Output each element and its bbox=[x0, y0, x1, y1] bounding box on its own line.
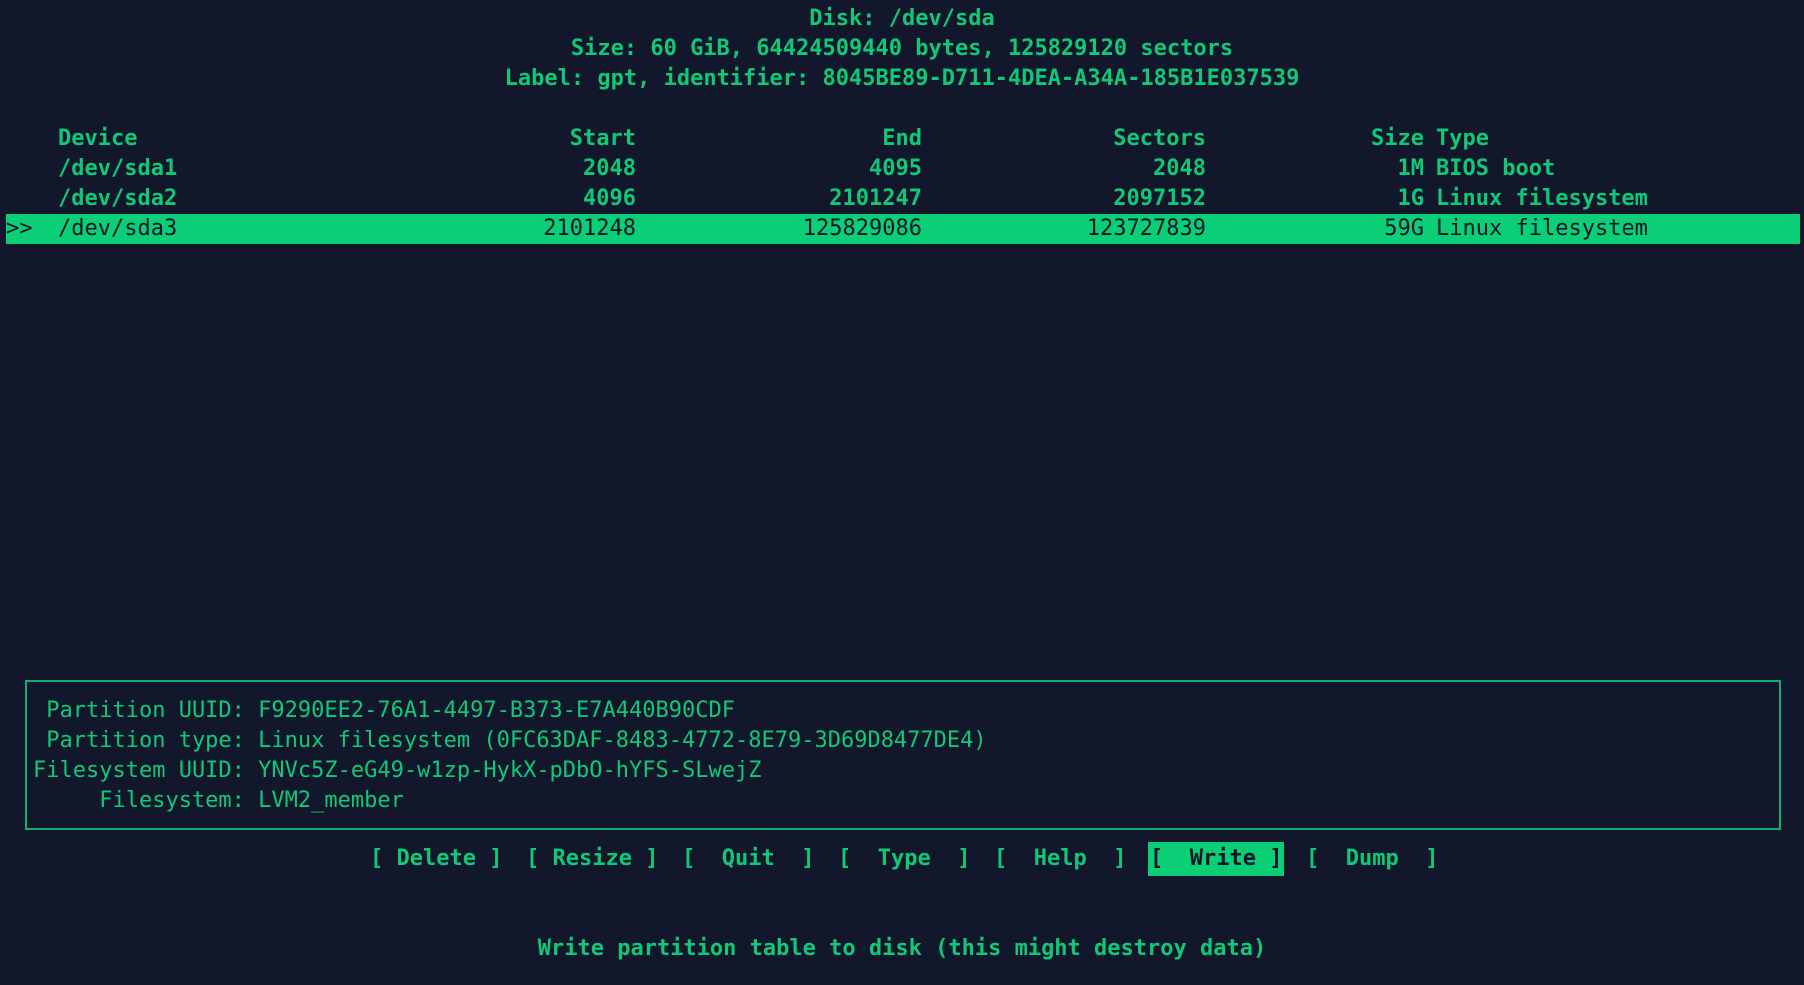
row-sectors: 123727839 bbox=[1086, 216, 1206, 241]
column-device: Device bbox=[58, 126, 138, 151]
table-row-selected[interactable]: >> /dev/sda3 2101248 125829086 123727839… bbox=[6, 214, 1800, 244]
disk-title: Disk: /dev/sda bbox=[809, 6, 995, 31]
table-row[interactable]: /dev/sda2 4096 2101247 2097152 1G Linux … bbox=[6, 184, 1800, 214]
row-size: 1G bbox=[1397, 186, 1425, 211]
delete-button[interactable]: [ Delete ] bbox=[370, 844, 502, 874]
row-end: 4095 bbox=[869, 156, 922, 181]
column-type: Type bbox=[1436, 126, 1489, 151]
row-end: 125829086 bbox=[802, 216, 922, 241]
type-button[interactable]: [ Type ] bbox=[838, 844, 970, 874]
filesystem-type: Filesystem: LVM2_member bbox=[33, 788, 404, 813]
row-start: 2101248 bbox=[543, 216, 636, 241]
row-sectors: 2097152 bbox=[1113, 186, 1206, 211]
column-sectors: Sectors bbox=[1113, 126, 1206, 151]
quit-button[interactable]: [ Quit ] bbox=[682, 844, 814, 874]
filesystem-uuid: Filesystem UUID: YNVc5Z-eG49-w1zp-HykX-p… bbox=[33, 758, 762, 783]
row-sectors: 2048 bbox=[1153, 156, 1206, 181]
resize-button[interactable]: [ Resize ] bbox=[526, 844, 658, 874]
column-start: Start bbox=[569, 126, 636, 151]
disk-label: Label: gpt, identifier: 8045BE89-D711-4D… bbox=[504, 66, 1300, 91]
help-button[interactable]: [ Help ] bbox=[994, 844, 1126, 874]
row-device: /dev/sda3 bbox=[58, 216, 178, 241]
column-end: End bbox=[882, 126, 922, 151]
row-type: BIOS boot bbox=[1436, 156, 1556, 181]
row-type: Linux filesystem bbox=[1436, 186, 1648, 211]
row-marker: >> bbox=[6, 216, 33, 241]
partition-info-box: Partition UUID: F9290EE2-76A1-4497-B373-… bbox=[25, 680, 1781, 830]
row-start: 2048 bbox=[583, 156, 636, 181]
row-device: /dev/sda2 bbox=[58, 186, 178, 211]
row-size: 1M bbox=[1397, 156, 1425, 181]
dump-button[interactable]: [ Dump ] bbox=[1306, 844, 1438, 874]
table-row[interactable]: /dev/sda1 2048 4095 2048 1M BIOS boot bbox=[6, 154, 1800, 184]
row-device: /dev/sda1 bbox=[58, 156, 178, 181]
status-message: Write partition table to disk (this migh… bbox=[537, 936, 1267, 961]
row-end: 2101247 bbox=[829, 186, 922, 211]
partition-type: Partition type: Linux filesystem (0FC63D… bbox=[33, 728, 987, 753]
row-type: Linux filesystem bbox=[1436, 216, 1648, 241]
disk-size: Size: 60 GiB, 64424509440 bytes, 1258291… bbox=[570, 36, 1234, 61]
partition-uuid: Partition UUID: F9290EE2-76A1-4497-B373-… bbox=[33, 698, 735, 723]
row-size: 59G bbox=[1384, 216, 1424, 241]
table-header: Device Start End Sectors Size Type bbox=[6, 124, 1800, 154]
write-button[interactable]: [ Write ] bbox=[1147, 842, 1285, 876]
column-size: Size bbox=[1371, 126, 1424, 151]
row-start: 4096 bbox=[583, 186, 636, 211]
